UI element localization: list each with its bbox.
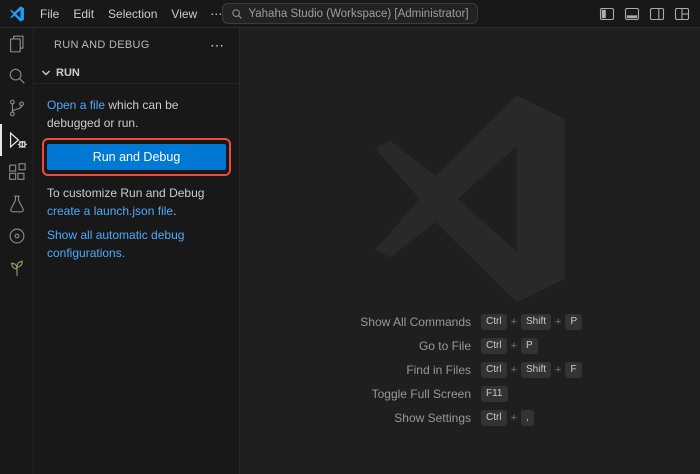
sidebar-more-actions[interactable]: ⋯ [206,38,229,52]
editor-area: Show All Commands Ctrl + Shift + P Go to File C… [240,28,700,474]
customize-prefix: To customize Run and Debug [47,186,204,200]
shortcut-keys: Ctrl + Shift + F [481,362,651,378]
activity-bar [0,28,34,474]
activity-explorer[interactable] [0,28,33,60]
files-icon [6,33,28,55]
main-area: RUN AND DEBUG ⋯ RUN Open a file which ca… [0,28,700,474]
shortcut-row: Find in Files Ctrl + Shift + F [246,358,700,382]
run-debug-icon [6,129,28,151]
key-chip: Ctrl [481,362,507,378]
command-center-search[interactable]: Yahaha Studio (Workspace) [Administrator… [222,3,478,24]
shortcut-label: Toggle Full Screen [301,387,471,401]
activity-run-and-debug[interactable] [0,124,33,156]
search-icon [6,65,28,87]
vscode-watermark-logo [361,90,579,308]
beaker-icon [6,193,28,215]
search-icon [231,8,243,20]
key-separator: + [555,316,561,328]
chevron-down-icon [38,65,54,81]
menu-file[interactable]: File [33,4,66,24]
customize-layout-icon[interactable] [671,3,692,24]
activity-extensions[interactable] [0,156,33,188]
source-control-branch-icon [6,97,28,119]
key-separator: + [511,340,517,352]
key-chip: Shift [521,362,551,378]
run-view-content: Open a file which can be debugged or run… [34,84,239,268]
shortcuts-list: Show All Commands Ctrl + Shift + P Go to File C… [246,310,700,430]
extensions-icon [6,161,28,183]
shortcut-row: Show All Commands Ctrl + Shift + P [246,310,700,334]
shortcut-keys: Ctrl + Shift + P [481,314,651,330]
toggle-primary-sidebar-icon[interactable] [596,3,617,24]
toggle-panel-icon[interactable] [621,3,642,24]
activity-testing[interactable] [0,188,33,220]
key-separator: + [511,364,517,376]
shortcut-label: Show All Commands [301,315,471,329]
menu-selection[interactable]: Selection [101,4,164,24]
toggle-secondary-sidebar-icon[interactable] [646,3,667,24]
activity-extra-view-1[interactable] [0,220,33,252]
key-chip: Ctrl [481,338,507,354]
open-file-link[interactable]: Open a file [47,98,105,112]
key-separator: + [511,412,517,424]
run-section-label: RUN [56,67,80,79]
key-chip: , [521,410,534,426]
shortcut-row: Toggle Full Screen F11 [246,382,700,406]
run-button-container: Run and Debug [47,144,226,170]
run-and-debug-sidebar: RUN AND DEBUG ⋯ RUN Open a file which ca… [34,28,240,474]
shortcut-row: Go to File Ctrl + P [246,334,700,358]
key-chip: Shift [521,314,551,330]
key-separator: + [511,316,517,328]
key-chip: P [565,314,582,330]
vscode-window: File Edit Selection View ⋯ Yahaha Studio… [0,0,700,474]
shortcut-keys: F11 [481,386,651,402]
shortcut-keys: Ctrl + P [481,338,651,354]
key-separator: + [555,364,561,376]
titlebar-right-actions [596,3,700,24]
plant-icon [6,257,28,279]
customize-text: To customize Run and Debug create a laun… [47,184,226,220]
shortcut-label: Show Settings [301,411,471,425]
menu-edit[interactable]: Edit [66,4,101,24]
shortcut-keys: Ctrl +, [481,410,651,426]
activity-source-control[interactable] [0,92,33,124]
sidebar-title: RUN AND DEBUG [54,39,150,51]
open-file-text: Open a file which can be debugged or run… [47,96,226,132]
shortcut-row: Show Settings Ctrl +, [246,406,700,430]
menu-view[interactable]: View [164,4,204,24]
run-and-debug-button[interactable]: Run and Debug [47,144,226,170]
shortcut-label: Go to File [301,339,471,353]
activity-search[interactable] [0,60,33,92]
activity-extra-view-2[interactable] [0,252,33,284]
run-section-header[interactable]: RUN [34,62,239,84]
vscode-logo-icon [9,6,25,22]
key-chip: P [521,338,538,354]
customize-suffix: . [173,204,176,218]
disc-icon [6,225,28,247]
sidebar-header: RUN AND DEBUG ⋯ [34,28,239,62]
key-chip: F11 [481,386,508,402]
shortcut-label: Find in Files [301,363,471,377]
show-all-configs-link[interactable]: Show all automatic debug configurations. [47,228,184,260]
key-chip: F [565,362,581,378]
create-launch-json-link[interactable]: create a launch.json file [47,204,173,218]
key-chip: Ctrl [481,314,507,330]
key-chip: Ctrl [481,410,507,426]
titlebar: File Edit Selection View ⋯ Yahaha Studio… [0,0,700,28]
command-center-text: Yahaha Studio (Workspace) [Administrator… [248,8,468,20]
show-all-configs-text: Show all automatic debug configurations. [47,226,226,262]
